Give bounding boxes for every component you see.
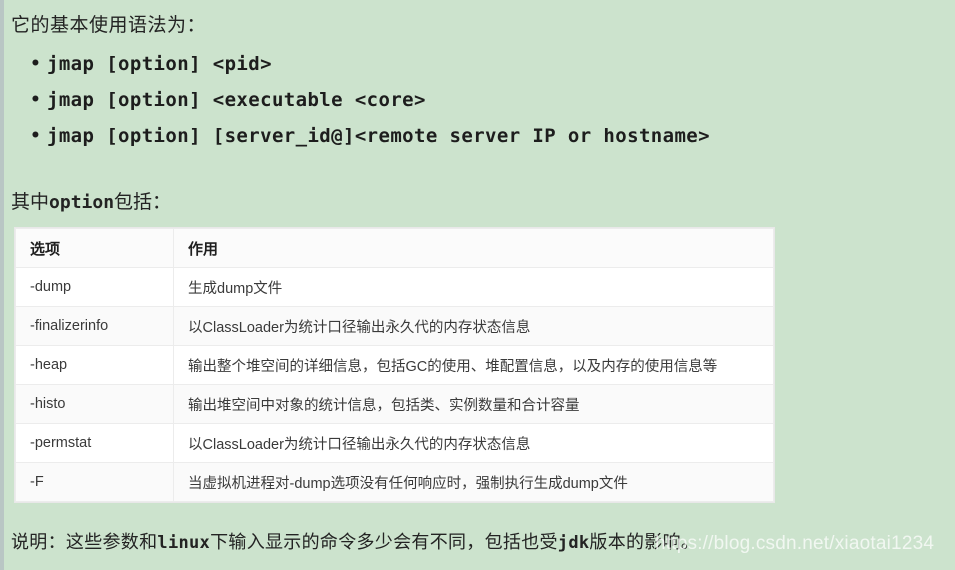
table-row: -dump 生成dump文件 — [15, 267, 774, 307]
cell-option: -permstat — [15, 423, 174, 463]
table-row: -finalizerinfo 以ClassLoader为统计口径输出永久代的内存… — [15, 306, 774, 346]
command-syntax-text: jmap [option] <executable <core> — [47, 89, 426, 111]
bullet-icon: • — [30, 54, 42, 74]
cell-effect: 以ClassLoader为统计口径输出永久代的内存状态信息 — [173, 423, 774, 463]
bullet-icon: • — [30, 90, 42, 110]
list-item: • jmap [option] <pid> — [30, 46, 710, 82]
list-item: • jmap [option] [server_id@]<remote serv… — [30, 118, 710, 154]
cell-option: -dump — [15, 267, 174, 307]
footnote-keyword-jdk: jdk — [557, 533, 590, 553]
table-header: 选项 作用 — [15, 228, 774, 268]
option-table: 选项 作用 -dump 生成dump文件 -finalizerinfo 以Cla… — [15, 228, 774, 502]
section-label-suffix: 包括： — [114, 192, 172, 213]
table-row: -heap 输出整个堆空间的详细信息，包括GC的使用、堆配置信息，以及内存的使用… — [15, 345, 774, 385]
cell-effect: 输出堆空间中对象的统计信息，包括类、实例数量和合计容量 — [173, 384, 774, 424]
bullet-icon: • — [30, 126, 42, 146]
intro-paragraph: 它的基本使用语法为： — [11, 15, 207, 36]
table-header-row: 选项 作用 — [15, 228, 774, 268]
command-syntax-text: jmap [option] [server_id@]<remote server… — [47, 125, 710, 147]
list-item: • jmap [option] <executable <core> — [30, 82, 710, 118]
table-row: -F 当虚拟机进程对-dump选项没有任何响应时，强制执行生成dump文件 — [15, 462, 774, 502]
section-label-prefix: 其中 — [11, 192, 50, 213]
command-syntax-list: • jmap [option] <pid> • jmap [option] <e… — [0, 46, 710, 154]
cell-option: -finalizerinfo — [15, 306, 174, 346]
table-row: -histo 输出堆空间中对象的统计信息，包括类、实例数量和合计容量 — [15, 384, 774, 424]
footnote-suffix: 版本的影响。 — [589, 532, 700, 552]
table-row: -permstat 以ClassLoader为统计口径输出永久代的内存状态信息 — [15, 423, 774, 463]
section-label: 其中option包括： — [11, 190, 171, 216]
command-syntax-text: jmap [option] <pid> — [47, 53, 272, 75]
cell-effect: 以ClassLoader为统计口径输出永久代的内存状态信息 — [173, 306, 774, 346]
table-body: -dump 生成dump文件 -finalizerinfo 以ClassLoad… — [15, 267, 774, 502]
section-label-keyword: option — [49, 192, 115, 213]
document-page: 它的基本使用语法为： • jmap [option] <pid> • jmap … — [0, 0, 955, 570]
cell-effect: 生成dump文件 — [173, 267, 774, 307]
footnote-paragraph: 说明：这些参数和linux下输入显示的命令多少会有不同，包括也受jdk版本的影响… — [11, 528, 699, 557]
footnote-middle: 下输入显示的命令多少会有不同，包括也受 — [210, 532, 558, 552]
footnote-prefix: 说明：这些参数和 — [11, 532, 158, 552]
cell-effect: 当虚拟机进程对-dump选项没有任何响应时，强制执行生成dump文件 — [173, 462, 774, 502]
footnote-keyword-linux: linux — [157, 533, 211, 553]
cell-option: -histo — [15, 384, 174, 424]
column-header-effect: 作用 — [173, 228, 774, 268]
cell-option: -heap — [15, 345, 174, 385]
cell-effect: 输出整个堆空间的详细信息，包括GC的使用、堆配置信息，以及内存的使用信息等 — [173, 345, 774, 385]
cell-option: -F — [15, 462, 174, 502]
column-header-option: 选项 — [15, 228, 174, 268]
